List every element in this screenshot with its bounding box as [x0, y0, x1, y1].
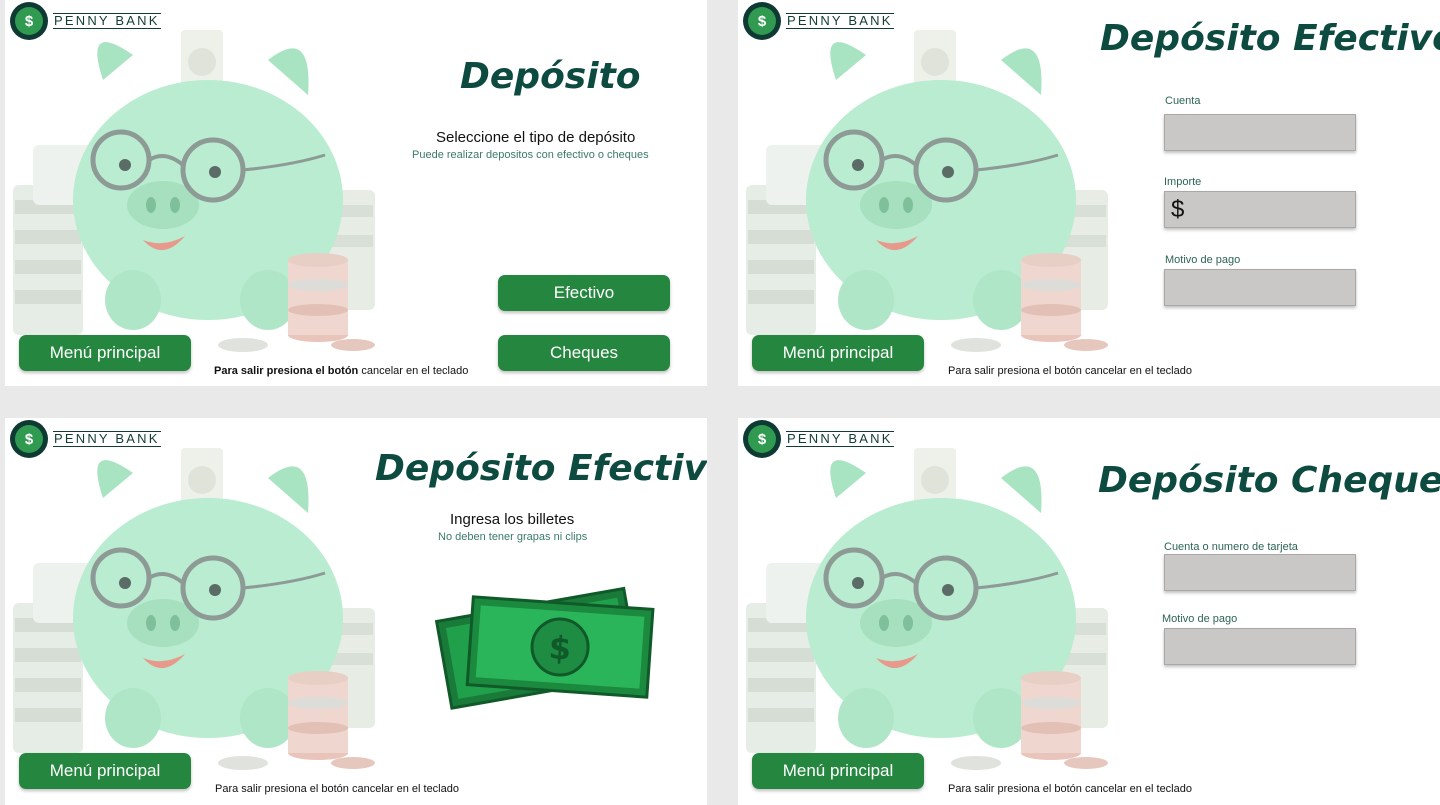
- cash-button[interactable]: Efectivo: [498, 275, 670, 311]
- amount-field[interactable]: $: [1164, 191, 1356, 228]
- exit-instructions: Para salir presiona el botón cancelar en…: [948, 783, 1192, 795]
- payment-reason-label: Motivo de pago: [1165, 254, 1241, 266]
- main-menu-button[interactable]: Menú principal: [752, 335, 924, 371]
- piggy-bank-illustration: [746, 418, 1116, 778]
- dollar-bills-icon: $: [434, 586, 655, 710]
- currency-prefix: $: [1171, 196, 1185, 223]
- deposit-type-prompt: Seleccione el tipo de depósito: [436, 129, 636, 146]
- checks-deposit-form-screen: $ PENNY BANK Depósito Cheques Cuenta o n…: [738, 418, 1440, 805]
- page-title: Depósito Efectivo: [375, 448, 707, 489]
- piggy-bank-illustration: [13, 0, 383, 360]
- page-title: Depósito Efectivo: [1100, 18, 1440, 59]
- payment-reason-label: Motivo de pago: [1162, 613, 1238, 625]
- piggy-bank-illustration: [13, 418, 383, 778]
- account-or-card-label: Cuenta o numero de tarjeta: [1164, 541, 1298, 553]
- piggy-bank-illustration: [746, 0, 1116, 360]
- checks-button[interactable]: Cheques: [498, 335, 670, 371]
- main-menu-button[interactable]: Menú principal: [752, 753, 924, 789]
- account-label: Cuenta: [1165, 95, 1201, 107]
- insert-bills-hint: No deben tener grapas ni clips: [438, 531, 588, 543]
- page-title: Depósito Cheques: [1098, 460, 1440, 501]
- cash-insert-screen: $ PENNY BANK Depósito Efectivo Ingresa l…: [5, 418, 707, 805]
- cash-deposit-form-screen: $ PENNY BANK Depósito Efectivo Cuenta Im…: [738, 0, 1440, 386]
- payment-reason-field[interactable]: [1164, 269, 1356, 306]
- account-or-card-field[interactable]: [1164, 554, 1356, 591]
- svg-text:$: $: [548, 628, 573, 667]
- payment-reason-field[interactable]: [1164, 628, 1356, 665]
- exit-instructions: Para salir presiona el botón cancelar en…: [215, 783, 459, 795]
- deposit-type-hint: Puede realizar depositos con efectivo o …: [412, 149, 649, 161]
- exit-instructions: Para salir presiona el botón cancelar en…: [214, 365, 469, 377]
- deposit-screen: $ PENNY BANK Depósito Seleccione el tipo…: [5, 0, 707, 386]
- main-menu-button[interactable]: Menú principal: [19, 753, 191, 789]
- main-menu-button[interactable]: Menú principal: [19, 335, 191, 371]
- insert-bills-prompt: Ingresa los billetes: [450, 511, 575, 528]
- amount-label: Importe: [1164, 176, 1202, 188]
- account-field[interactable]: [1164, 114, 1356, 151]
- exit-instructions: Para salir presiona el botón cancelar en…: [948, 365, 1192, 377]
- page-title: Depósito: [460, 56, 641, 97]
